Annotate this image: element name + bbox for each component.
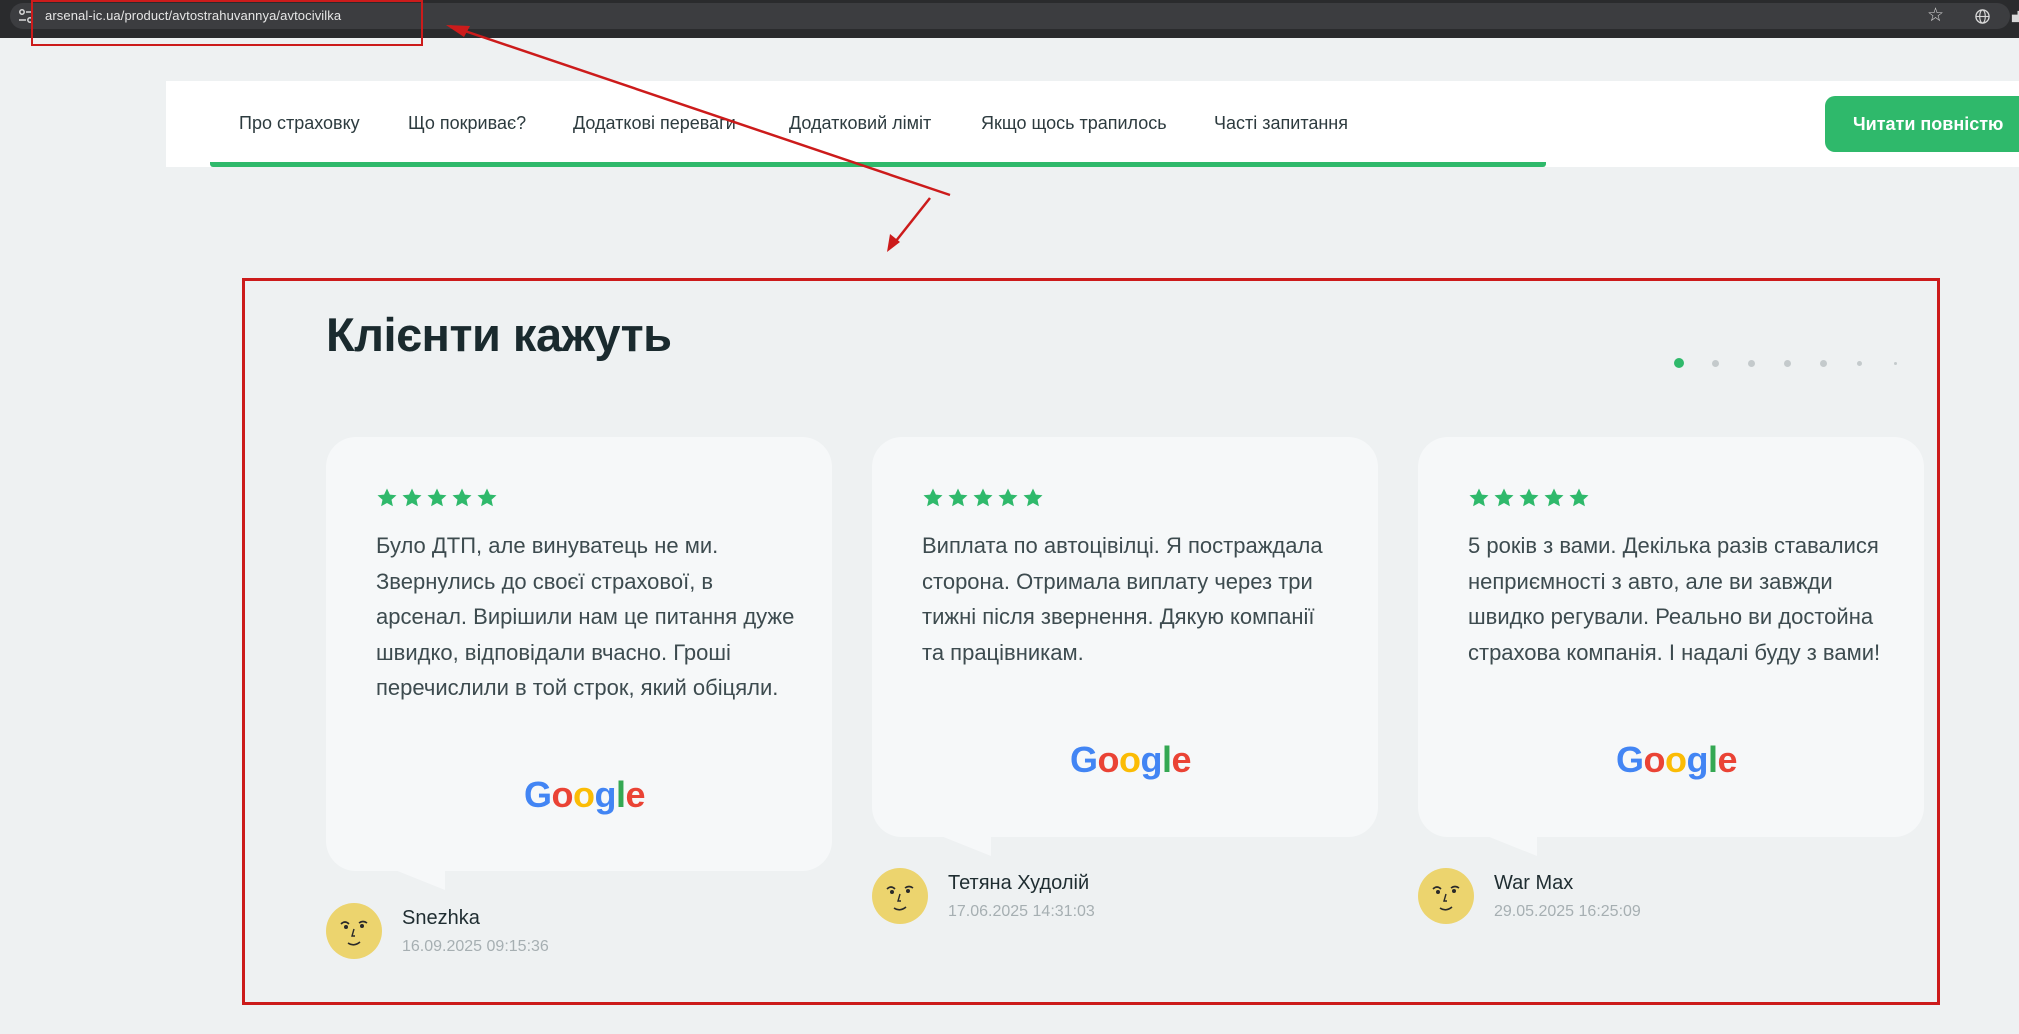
smiley-face-icon: [340, 920, 368, 946]
pagination-dot-1[interactable]: [1674, 358, 1684, 368]
star-icon: [377, 488, 397, 507]
review-text: Було ДТП, але винуватець не ми. Звернули…: [376, 533, 795, 700]
nav-item-benefits[interactable]: Додаткові переваги: [573, 113, 736, 134]
smiley-face-icon: [886, 885, 914, 911]
extension-icon[interactable]: [2010, 9, 2019, 24]
star-icon: [923, 488, 943, 507]
card-speech-tail: [395, 870, 445, 890]
smiley-face-icon: [1432, 885, 1460, 911]
card-speech-tail: [941, 836, 991, 856]
nav-item-faq[interactable]: Часті запитання: [1214, 113, 1348, 134]
star-icon: [427, 488, 447, 507]
star-icon: [477, 488, 497, 507]
review-card: Було ДТП, але винуватець не ми. Звернули…: [326, 437, 832, 871]
avatar: [326, 903, 382, 959]
google-logo: Google: [1070, 739, 1192, 780]
review-text: 5 років з вами. Декілька разів ставалися…: [1468, 533, 1881, 665]
review-card: Виплата по автоцівілці. Я постраждала ст…: [872, 437, 1378, 837]
star-icon: [948, 488, 968, 507]
star-icon: [973, 488, 993, 507]
globe-icon[interactable]: [1975, 9, 1990, 24]
review-text: Виплата по автоцівілці. Я постраждала ст…: [922, 533, 1323, 665]
nav-progress-underline: [210, 162, 1546, 167]
review-date: 16.09.2025 09:15:36: [402, 938, 549, 955]
rating-stars: [376, 487, 498, 511]
tune-icon[interactable]: [18, 9, 34, 23]
google-logo: Google: [524, 774, 646, 815]
review-date: 29.05.2025 16:25:09: [1494, 903, 1641, 920]
star-icon: [1519, 488, 1539, 507]
avatar: [872, 868, 928, 924]
nav-item-about[interactable]: Про страховку: [239, 113, 360, 134]
section-title: Клієнти кажуть: [326, 308, 672, 361]
review-date: 17.06.2025 14:31:03: [948, 903, 1095, 920]
bookmark-star-icon[interactable]: ☆: [1927, 5, 1944, 27]
rating-stars: [922, 487, 1044, 511]
pagination-dot-4[interactable]: [1784, 360, 1791, 367]
author-name: Snezhka: [402, 907, 480, 929]
address-bar[interactable]: arsenal-ic.ua/product/avtostrahuvannya/a…: [10, 3, 2019, 29]
avatar: [1418, 868, 1474, 924]
star-icon: [1469, 488, 1489, 507]
arrowhead-icon: [887, 234, 900, 252]
star-icon: [1023, 488, 1043, 507]
browser-toolbar: arsenal-ic.ua/product/avtostrahuvannya/a…: [0, 0, 2019, 38]
pagination-dot-7[interactable]: [1894, 362, 1897, 365]
rating-stars: [1468, 487, 1590, 511]
card-speech-tail: [1487, 836, 1537, 856]
nav-item-coverage[interactable]: Що покриває?: [408, 113, 526, 134]
pagination-dot-6[interactable]: [1857, 361, 1862, 366]
review-card: 5 років з вами. Декілька разів ставалися…: [1418, 437, 1924, 837]
url-text[interactable]: arsenal-ic.ua/product/avtostrahuvannya/a…: [45, 8, 341, 23]
pagination-dot-3[interactable]: [1748, 360, 1755, 367]
carousel-pagination: [1672, 355, 1902, 371]
nav-item-extra-limit[interactable]: Додатковий ліміт: [789, 113, 931, 134]
nav-item-if-happened[interactable]: Якщо щось трапилось: [981, 113, 1167, 134]
read-more-button[interactable]: Читати повністю: [1825, 96, 2019, 152]
star-icon: [998, 488, 1018, 507]
author-name: Тетяна Худолій: [948, 872, 1090, 894]
google-logo: Google: [1616, 739, 1738, 780]
pagination-dot-2[interactable]: [1712, 360, 1719, 367]
star-icon: [452, 488, 472, 507]
star-icon: [1544, 488, 1564, 507]
author-name: War Max: [1494, 872, 1574, 894]
star-icon: [1569, 488, 1589, 507]
star-icon: [1494, 488, 1514, 507]
pagination-dot-5[interactable]: [1820, 360, 1827, 367]
star-icon: [402, 488, 422, 507]
